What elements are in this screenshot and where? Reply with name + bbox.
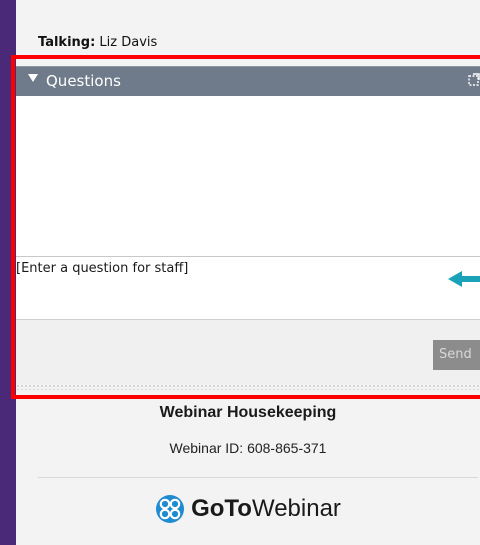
brand-logo: GoToWebinar (16, 494, 480, 528)
brand-bold: GoTo (191, 495, 252, 522)
desktop-background: Talking: Liz Davis Questions [Enter a qu… (0, 0, 480, 545)
talking-label: Talking: (38, 35, 96, 50)
webinar-title: Webinar Housekeeping (159, 404, 337, 421)
gotowebinar-control-panel: Talking: Liz Davis Questions [Enter a qu… (11, 0, 480, 545)
webinar-id: Webinar ID: 608-865-371 (169, 440, 327, 456)
brand-wordmark: GoToWebinar (191, 495, 341, 523)
gotowebinar-logo-icon (156, 495, 185, 523)
highlight-box (11, 55, 480, 399)
brand-regular: Webinar (251, 495, 341, 522)
divider (38, 477, 478, 478)
talking-indicator: Talking: Liz Davis (38, 35, 157, 50)
talking-name: Liz Davis (99, 35, 158, 50)
